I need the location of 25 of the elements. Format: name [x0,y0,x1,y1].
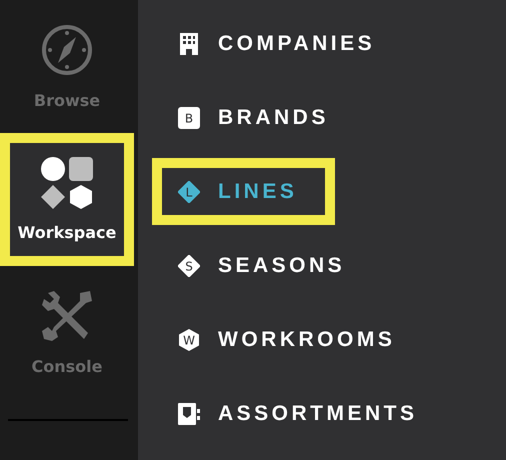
wrench-screwdriver-icon [40,289,94,343]
menu-label: BRANDS [218,106,329,130]
menu-label: SEASONS [218,254,346,278]
shapes-icon [41,157,93,209]
nav-label: Browse [34,91,100,110]
menu-item[interactable]: ASSORTMENTS [152,380,456,447]
menu-label: ASSORTMENTS [218,402,418,426]
letter-square-icon: B [178,106,200,128]
menu-item[interactable]: S SEASONS [152,232,384,299]
menu-item[interactable]: B BRANDS [152,84,367,151]
board-icon [178,402,200,424]
menu-label: WORKROOMS [218,328,396,352]
nav-label: Workspace [18,223,116,242]
nav-item[interactable]: Workspace [0,133,134,266]
menu-item[interactable]: COMPANIES [152,10,414,77]
menu-label: LINES [218,180,298,204]
letter-diamond-icon: S [178,254,200,276]
building-icon [178,32,200,54]
menu-label: COMPANIES [218,32,376,56]
menu-item[interactable]: L LINES [152,158,336,225]
compass-icon [40,23,94,77]
letter-diamond-icon: L [178,180,200,202]
letter-hexagon-icon: W [178,328,200,350]
nav-label: Console [32,357,102,376]
menu-item[interactable]: W WORKROOMS [152,306,434,373]
